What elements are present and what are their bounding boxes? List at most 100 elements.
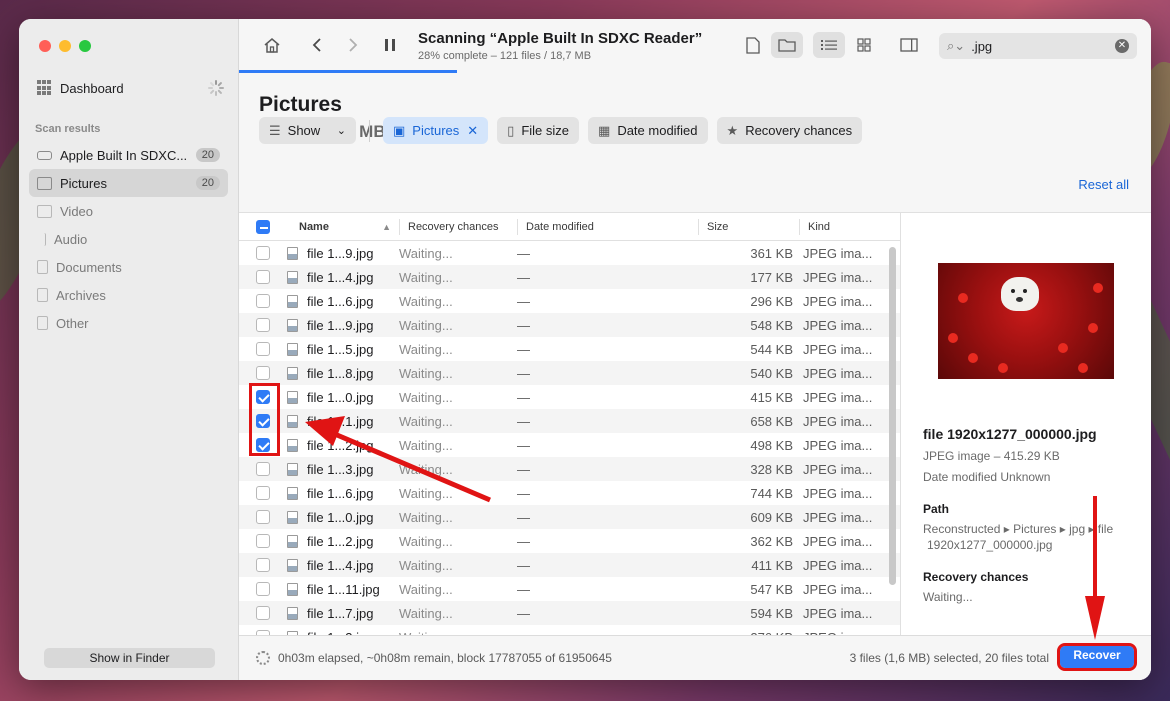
table-row[interactable]: file 1...2.jpg Waiting... — 362 KB JPEG ima.… (239, 529, 900, 553)
table-scrollbar[interactable] (889, 247, 896, 585)
preview-toggle-button[interactable] (896, 32, 922, 58)
sidebar-item-dashboard[interactable]: Dashboard (37, 77, 224, 99)
pause-icon (385, 39, 395, 51)
sidebar-item-archives[interactable]: Archives (29, 281, 228, 309)
recovery-cell: Waiting... (399, 533, 453, 549)
table-row[interactable]: file 1...9.jpg Waiting... — 548 KB JPEG ima.… (239, 313, 900, 337)
row-checkbox[interactable] (256, 606, 270, 620)
column-header-kind[interactable]: Kind (799, 218, 889, 235)
size-cell: 415 KB (750, 389, 793, 405)
sidebar-item-video[interactable]: Video (29, 197, 228, 225)
table-row[interactable]: file 1...4.jpg Waiting... — 411 KB JPEG ima.… (239, 553, 900, 577)
date-modified-filter-button[interactable]: ▦ Date modified (588, 117, 708, 144)
recovery-chances-filter-button[interactable]: ★ Recovery chances (716, 117, 863, 144)
reset-all-link[interactable]: Reset all (1078, 177, 1129, 192)
recovery-cell: Waiting... (399, 341, 453, 357)
sidebar-item-documents[interactable]: Documents (29, 253, 228, 281)
row-checkbox[interactable] (256, 558, 270, 572)
sliders-icon: ☰ (269, 122, 281, 138)
table-row[interactable]: file 1...5.jpg Waiting... — 544 KB JPEG ima.… (239, 337, 900, 361)
column-header-name[interactable]: Name ▲ (287, 219, 399, 235)
table-row[interactable]: file 1...3.jpg Waiting... — 328 KB JPEG ima.… (239, 457, 900, 481)
recovery-cell: Waiting... (399, 389, 453, 405)
clear-search-icon[interactable]: ✕ (1115, 39, 1129, 53)
table-row[interactable]: file 1...1.jpg Waiting... — 658 KB JPEG ima.… (239, 409, 900, 433)
table-row[interactable]: file 1...4.jpg Waiting... — 177 KB JPEG ima.… (239, 265, 900, 289)
date-cell: — (517, 389, 530, 405)
grid-icon (37, 80, 53, 96)
table-row[interactable]: file 1...6.jpg Waiting... — 296 KB JPEG ima.… (239, 289, 900, 313)
search-input[interactable]: .jpg (971, 39, 992, 54)
back-button[interactable] (304, 32, 330, 58)
file-name-cell: file 1...3.jpg (287, 462, 399, 477)
remove-filter-icon[interactable]: ✕ (467, 123, 478, 139)
row-checkbox[interactable] (256, 510, 270, 524)
row-checkbox[interactable] (256, 294, 270, 308)
show-filter-button[interactable]: ☰ Show ⌄ (259, 117, 356, 144)
row-checkbox[interactable] (256, 486, 270, 500)
file-size-filter-button[interactable]: ▯ File size (497, 117, 580, 144)
recover-button[interactable]: Recover (1057, 643, 1137, 671)
file-name-cell: file 1...4.jpg (287, 270, 399, 285)
sidebar-item-audio[interactable]: Audio (29, 225, 228, 253)
file-name: file 1...0.jpg (307, 509, 374, 525)
forward-button[interactable] (340, 32, 366, 58)
image-file-icon (287, 246, 298, 260)
recovery-cell: Waiting... (399, 437, 453, 453)
file-view-button[interactable] (740, 32, 766, 58)
column-header-recovery[interactable]: Recovery chances (399, 218, 517, 235)
table-row[interactable]: file 1...7.jpg Waiting... — 594 KB JPEG ima.… (239, 601, 900, 625)
image-file-icon (287, 606, 298, 620)
select-all-checkbox[interactable] (256, 219, 270, 234)
table-row[interactable]: file 1...9.jpg Waiting... — 361 KB JPEG ima.… (239, 241, 900, 265)
column-header-size[interactable]: Size (698, 218, 799, 235)
kind-cell: JPEG ima... (803, 317, 873, 333)
page-title: Pictures (259, 93, 342, 116)
table-header: Name ▲ Recovery chances Date modified Siz… (239, 213, 900, 241)
row-checkbox[interactable] (256, 246, 270, 260)
date-cell: — (517, 413, 530, 429)
search-field[interactable]: ⌕⌄ .jpg ✕ (939, 33, 1137, 59)
row-checkbox[interactable] (256, 318, 270, 332)
list-view-button[interactable] (813, 32, 845, 58)
table-row[interactable]: file 1...3.jpgWaiting...—276 KBJPEG ima.… (239, 625, 900, 635)
row-checkbox[interactable] (256, 270, 270, 284)
window-controls (39, 40, 91, 52)
table-row[interactable]: file 1...11.jpg Waiting... — 547 KB JPEG ima… (239, 577, 900, 601)
row-checkbox[interactable] (256, 582, 270, 596)
file-name-cell: file 1...6.jpg (287, 486, 399, 501)
table-row[interactable]: file 1...0.jpg Waiting... — 415 KB JPEG ima.… (239, 385, 900, 409)
pictures-filter-chip[interactable]: ▣ Pictures ✕ (383, 117, 489, 144)
star-icon: ★ (726, 122, 739, 138)
home-button[interactable] (259, 32, 285, 58)
show-in-finder-button[interactable]: Show in Finder (44, 648, 215, 668)
recovery-cell: Waiting... (399, 461, 453, 477)
archive-icon (37, 288, 48, 302)
image-file-icon (287, 270, 298, 284)
sidebar-item-pictures[interactable]: Pictures 20 (29, 169, 228, 197)
close-window-button[interactable] (39, 40, 51, 52)
image-file-icon (287, 582, 298, 596)
preview-recovery-value: Waiting... (923, 590, 973, 604)
film-icon (37, 204, 52, 218)
chevron-left-icon (312, 38, 321, 52)
table-row[interactable]: file 1...0.jpg Waiting... — 609 KB JPEG ima.… (239, 505, 900, 529)
zoom-window-button[interactable] (79, 40, 91, 52)
kind-cell: JPEG ima... (803, 413, 873, 429)
row-checkbox[interactable] (256, 342, 270, 356)
table-row[interactable]: file 1...2.jpg Waiting... — 498 KB JPEG ima.… (239, 433, 900, 457)
pause-button[interactable] (377, 32, 403, 58)
grid-view-button[interactable] (851, 32, 877, 58)
folder-view-button[interactable] (771, 32, 803, 58)
row-checkbox[interactable] (256, 534, 270, 548)
divider (369, 119, 370, 142)
column-header-date[interactable]: Date modified (517, 218, 698, 235)
table-row[interactable]: file 1...6.jpg Waiting... — 744 KB JPEG ima.… (239, 481, 900, 505)
dashboard-label: Dashboard (60, 80, 124, 96)
sidebar-item-other[interactable]: Other (29, 309, 228, 337)
row-checkbox[interactable] (256, 462, 270, 476)
table-row[interactable]: file 1...8.jpg Waiting... — 540 KB JPEG ima.… (239, 361, 900, 385)
sidebar-item-drive[interactable]: Apple Built In SDXC... 20 (29, 141, 228, 169)
row-checkbox[interactable] (256, 366, 270, 380)
minimize-window-button[interactable] (59, 40, 71, 52)
